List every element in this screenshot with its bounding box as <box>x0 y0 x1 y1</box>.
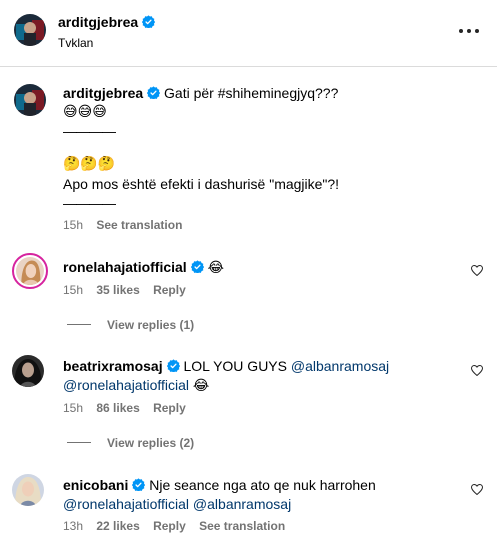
like-heart-icon[interactable] <box>471 484 483 495</box>
comment-body: ronelahajatiofficial 😂 <box>63 258 224 277</box>
comment-text: Nje seance nga ato qe nuk harrohen <box>149 477 376 493</box>
header-username[interactable]: arditgjebrea <box>58 14 138 30</box>
verified-badge-icon <box>166 359 180 372</box>
caption-time[interactable]: 15h <box>63 218 83 232</box>
like-heart-icon[interactable] <box>471 265 483 276</box>
see-translation-button[interactable]: See translation <box>96 218 182 232</box>
comment-avatar[interactable] <box>12 253 48 289</box>
verified-badge-icon <box>147 86 161 99</box>
comment-body: enicobani Nje seance nga ato qe nuk harr… <box>63 476 376 494</box>
mention-link[interactable]: @albanramosaj <box>193 496 291 512</box>
view-replies-button[interactable]: View replies (1) <box>107 318 194 332</box>
caption-line3: Apo mos është efekti i dashurisë "magjik… <box>63 176 340 192</box>
comment-meta: 15h 35 likes Reply <box>63 283 186 297</box>
mention-link[interactable]: @albanramosaj <box>291 358 389 374</box>
verified-badge-icon <box>190 260 204 273</box>
caption-emoji-row1: 😅😅😅 <box>63 104 107 120</box>
comment-text: LOL YOU GUYS <box>183 358 287 374</box>
post-header: arditgjebrea Tvklan <box>0 0 497 67</box>
caption-meta: 15h See translation <box>63 218 182 232</box>
header-location[interactable]: Tvklan <box>58 36 93 50</box>
likes-count[interactable]: 35 likes <box>96 283 139 297</box>
see-translation-button[interactable]: See translation <box>199 519 285 533</box>
caption-emoji-row2: 🤔🤔🤔 <box>63 156 116 172</box>
comment-username[interactable]: enicobani <box>63 477 128 493</box>
more-horizontal-icon[interactable] <box>459 29 479 35</box>
reply-button[interactable]: Reply <box>153 401 186 415</box>
comment-emoji: 😂 <box>192 378 210 394</box>
mention-link[interactable]: @ronelahajatiofficial <box>63 496 189 512</box>
caption-line1: arditgjebrea Gati për #shiheminegjyq??? <box>63 84 338 102</box>
caption-divider: ———— <box>63 123 116 139</box>
reply-button[interactable]: Reply <box>153 283 186 297</box>
comment-username[interactable]: beatrixramosaj <box>63 358 163 374</box>
view-replies-line <box>67 324 91 325</box>
verified-badge-icon <box>132 478 146 491</box>
caption-avatar[interactable] <box>14 84 46 116</box>
comment-meta: 15h 86 likes Reply <box>63 401 186 415</box>
comment-emoji: 😂 <box>207 260 224 276</box>
mention-link[interactable]: @ronelahajatiofficial <box>63 377 189 393</box>
verified-badge-icon <box>142 15 156 28</box>
comment-time[interactable]: 15h <box>63 283 83 297</box>
comment-body: beatrixramosaj LOL YOU GUYS @albanramosa… <box>63 357 389 375</box>
comment-avatar[interactable] <box>12 474 44 506</box>
view-replies-line <box>67 442 91 443</box>
likes-count[interactable]: 22 likes <box>96 519 139 533</box>
caption-username[interactable]: arditgjebrea <box>63 85 143 101</box>
comment-time[interactable]: 15h <box>63 401 83 415</box>
comment-body-line2: @ronelahajatiofficial 😂 <box>63 376 209 395</box>
like-heart-icon[interactable] <box>471 365 483 376</box>
likes-count[interactable]: 86 likes <box>96 401 139 415</box>
comment-meta: 13h 22 likes Reply See translation <box>63 519 285 533</box>
comment-avatar[interactable] <box>12 355 44 387</box>
caption-text: Gati për #shiheminegjyq??? <box>164 85 339 101</box>
comment-time[interactable]: 13h <box>63 519 83 533</box>
view-replies-button[interactable]: View replies (2) <box>107 436 194 450</box>
comment-body-line2: @ronelahajatiofficial @albanramosaj <box>63 495 291 513</box>
comment-username[interactable]: ronelahajatiofficial <box>63 259 187 275</box>
header-avatar[interactable] <box>14 14 46 46</box>
caption-divider: ———— <box>63 195 116 211</box>
reply-button[interactable]: Reply <box>153 519 186 533</box>
